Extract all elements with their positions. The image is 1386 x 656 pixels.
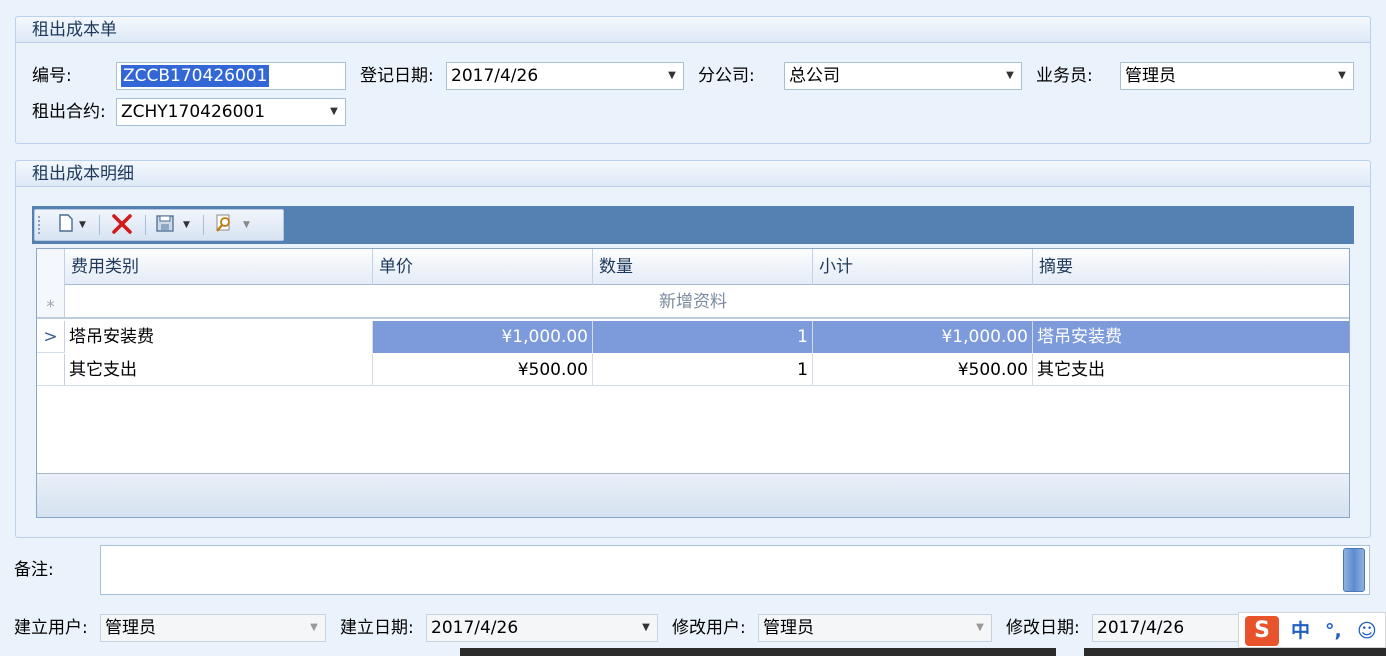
reg-date-label: 登记日期:	[360, 66, 434, 86]
branch-value: 总公司	[789, 66, 840, 86]
save-disk-icon[interactable]	[153, 213, 179, 237]
toolbar-buttons: ▼ ▼ ▼	[34, 209, 284, 241]
branch-label: 分公司:	[698, 66, 755, 86]
ime-punctuation-icon[interactable]: °,	[1325, 617, 1342, 645]
cell-qty[interactable]: 1	[593, 354, 813, 386]
created-date-picker: 2017/4/26 ▼	[426, 614, 658, 642]
cell-subtotal[interactable]: ¥1,000.00	[813, 321, 1033, 353]
modified-date-label: 修改日期:	[1006, 618, 1080, 638]
chevron-down-icon[interactable]: ▼	[661, 63, 683, 89]
column-header-summary[interactable]: 摘要	[1033, 249, 1349, 285]
created-user-value: 管理员	[105, 618, 156, 638]
toolbar-separator	[145, 215, 146, 235]
new-dropdown-chevron-icon[interactable]: ▼	[79, 213, 86, 237]
table-row[interactable]: 其它支出 ¥500.00 1 ¥500.00 其它支出	[37, 354, 1349, 386]
contract-select[interactable]: ZCHY170426001 ▼	[116, 98, 346, 126]
detail-group-title: 租出成本明细	[16, 161, 1370, 187]
number-value-selected: ZCCB170426001	[121, 65, 270, 87]
column-header-category[interactable]: 费用类别	[65, 249, 373, 285]
memo-label: 备注:	[14, 560, 54, 580]
branch-select[interactable]: 总公司 ▼	[784, 62, 1022, 90]
salesman-select[interactable]: 管理员 ▼	[1120, 62, 1354, 90]
salesman-label: 业务员:	[1036, 66, 1093, 86]
modified-user-value: 管理员	[763, 618, 814, 638]
cell-subtotal[interactable]: ¥500.00	[813, 354, 1033, 386]
grid-toolbar: ▼ ▼ ▼	[32, 206, 1354, 244]
toolbar-separator	[99, 215, 100, 235]
column-header-subtotal[interactable]: 小计	[813, 249, 1033, 285]
contract-value: ZCHY170426001	[121, 102, 266, 122]
reg-date-value: 2017/4/26	[451, 66, 539, 86]
taskbar-strip	[1084, 648, 1386, 656]
taskbar-strip	[460, 648, 1056, 656]
new-row[interactable]: ⁎ 新增资料	[37, 285, 1349, 319]
cell-qty[interactable]: 1	[593, 321, 813, 353]
ime-mode-chinese[interactable]: 中	[1291, 617, 1310, 645]
created-user-select: 管理员 ▼	[100, 614, 326, 642]
row-indicator	[37, 354, 65, 385]
new-row-asterisk-icon: ⁎	[37, 285, 65, 317]
search-dropdown-chevron-icon[interactable]: ▼	[243, 213, 250, 237]
search-magnifier-icon[interactable]	[211, 213, 237, 237]
column-header-unit-price[interactable]: 单价	[373, 249, 593, 285]
new-document-icon[interactable]	[55, 213, 77, 237]
created-user-label: 建立用户:	[14, 618, 88, 638]
memo-scrollbar[interactable]	[1343, 548, 1365, 592]
cell-summary[interactable]: 其它支出	[1033, 354, 1349, 386]
cell-unit-price[interactable]: ¥1,000.00	[373, 321, 593, 353]
number-label: 编号:	[32, 66, 72, 86]
chevron-down-icon[interactable]: ▼	[1331, 63, 1353, 89]
ime-emoji-icon[interactable]: ☺	[1357, 617, 1377, 645]
header-indicator-cell	[37, 249, 65, 285]
modified-user-select: 管理员 ▼	[758, 614, 992, 642]
chevron-down-icon: ▼	[310, 622, 318, 633]
toolbar-separator	[203, 215, 204, 235]
chevron-down-icon: ▼	[642, 622, 650, 633]
contract-label: 租出合约:	[32, 102, 106, 122]
cost-detail-grid: 费用类别 单价 数量 小计 摘要 ⁎ 新增资料 > 塔吊安装费 ¥1,000.0…	[36, 248, 1350, 518]
column-header-qty[interactable]: 数量	[593, 249, 813, 285]
modified-date-value: 2017/4/26	[1097, 618, 1185, 638]
chevron-down-icon[interactable]: ▼	[323, 99, 345, 125]
cell-summary[interactable]: 塔吊安装费	[1033, 321, 1349, 353]
table-row[interactable]: > 塔吊安装费 ¥1,000.00 1 ¥1,000.00 塔吊安装费	[37, 321, 1349, 353]
reg-date-picker[interactable]: 2017/4/26 ▼	[446, 62, 684, 90]
sogou-logo-icon[interactable]: S	[1245, 616, 1279, 646]
grid-footer	[37, 473, 1349, 517]
new-row-text: 新增资料	[659, 292, 727, 312]
memo-textarea[interactable]	[100, 545, 1370, 595]
chevron-down-icon[interactable]: ▼	[999, 63, 1021, 89]
toolbar-grip[interactable]	[38, 216, 41, 234]
created-date-value: 2017/4/26	[431, 618, 519, 638]
created-date-label: 建立日期:	[340, 618, 414, 638]
grid-header: 费用类别 单价 数量 小计 摘要	[37, 249, 1349, 285]
salesman-value: 管理员	[1125, 66, 1176, 86]
row-pointer-chevron-icon: >	[37, 321, 65, 352]
save-dropdown-chevron-icon[interactable]: ▼	[183, 213, 190, 237]
delete-x-icon[interactable]	[105, 213, 139, 237]
header-group-title: 租出成本单	[16, 17, 1370, 43]
cell-unit-price[interactable]: ¥500.00	[373, 354, 593, 386]
cell-category[interactable]: 其它支出	[65, 354, 373, 386]
modified-user-label: 修改用户:	[672, 618, 746, 638]
cell-category[interactable]: 塔吊安装费	[65, 321, 373, 353]
number-field[interactable]: ZCCB170426001	[116, 62, 346, 90]
chevron-down-icon: ▼	[976, 622, 984, 633]
ime-toolbar[interactable]: S 中 °, ☺	[1238, 612, 1386, 648]
